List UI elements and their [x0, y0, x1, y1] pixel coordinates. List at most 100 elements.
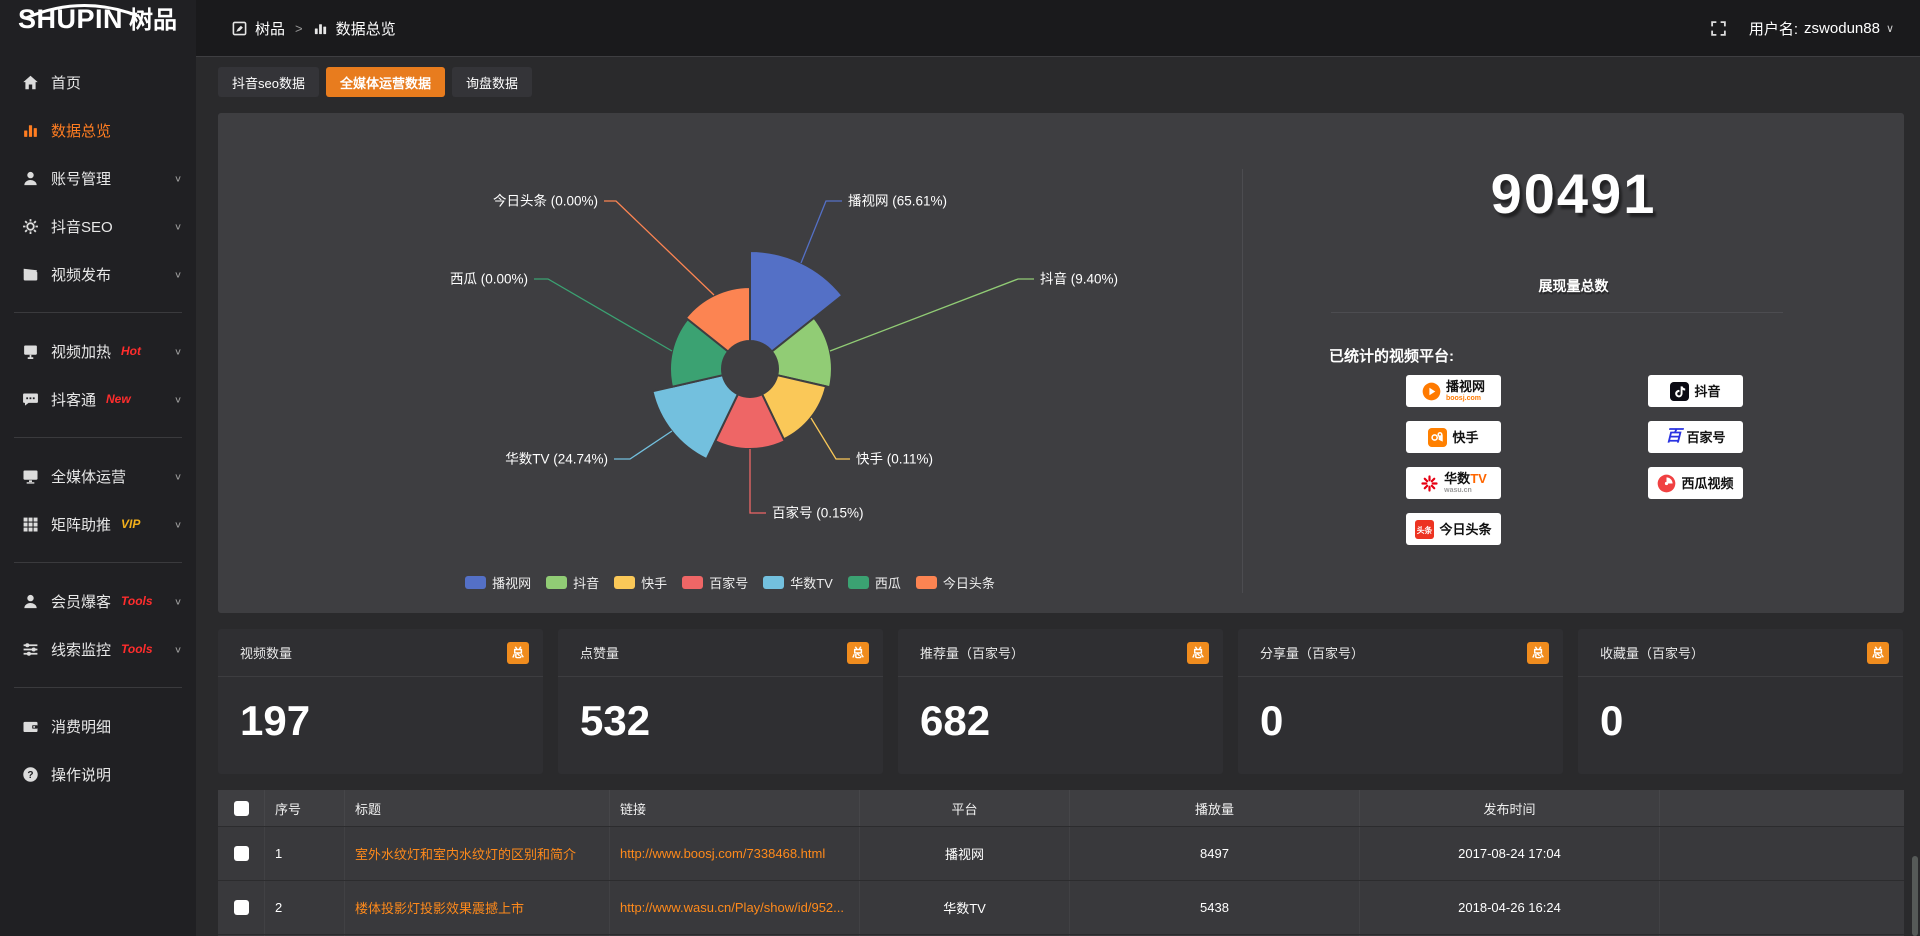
platform-badge-百家号: 百 百家号 — [1648, 421, 1743, 453]
sliders-icon — [22, 641, 39, 658]
legend-label: 今日头条 — [943, 573, 995, 592]
sidebar-item-label: 会员爆客 — [51, 591, 111, 612]
sidebar-divider — [14, 687, 182, 688]
user-menu[interactable]: 用户名: zswodun88 ∨ — [1749, 18, 1894, 39]
sidebar-item-2[interactable]: 账号管理∨ — [0, 154, 196, 202]
col-header-title: 标题 — [344, 790, 609, 826]
legend-item-抖音[interactable]: 抖音 — [546, 573, 599, 592]
topbar: 树品 > 数据总览 用户名: zswodun88 ∨ — [196, 0, 1920, 57]
wallet-icon — [22, 718, 39, 735]
baijiahao-logo: 百 — [1665, 429, 1681, 445]
sidebar-badge: New — [106, 392, 131, 406]
legend-label: 快手 — [641, 573, 667, 592]
sidebar-item-7[interactable]: 抖客通New∨ — [0, 375, 196, 423]
stat-card-1: 点赞量 总 532 — [558, 629, 883, 774]
pie-label-抖音: 抖音 (9.40%) — [1040, 271, 1118, 287]
legend-swatch — [546, 576, 567, 589]
gear-icon — [22, 218, 39, 235]
breadcrumb-current[interactable]: 数据总览 — [336, 18, 396, 39]
app-square-icon — [232, 21, 247, 36]
legend-label: 华数TV — [790, 573, 833, 592]
pie-label-line — [811, 418, 850, 459]
sidebar-item-label: 全媒体运营 — [51, 466, 126, 487]
sidebar-item-12[interactable]: 会员爆客Tools∨ — [0, 577, 196, 625]
table-row-0[interactable]: 1 室外水纹灯和室内水纹灯的区别和简介 http://www.boosj.com… — [218, 826, 1904, 880]
sidebar-item-label: 操作说明 — [51, 764, 111, 785]
legend-item-西瓜[interactable]: 西瓜 — [848, 573, 901, 592]
tab-2[interactable]: 询盘数据 — [452, 67, 532, 97]
chevron-down-icon: ∨ — [174, 346, 182, 356]
legend-item-快手[interactable]: 快手 — [614, 573, 667, 592]
sidebar-item-15[interactable]: 消费明细 — [0, 702, 196, 750]
total-badge: 总 — [1867, 642, 1889, 664]
stat-card-value: 0 — [1600, 697, 1623, 745]
sidebar-item-1[interactable]: 数据总览 — [0, 106, 196, 154]
cell-title-link[interactable]: 楼体投影灯投影效果震撼上市 — [344, 881, 609, 934]
sidebar-item-3[interactable]: 抖音SEO∨ — [0, 202, 196, 250]
scrollbar-thumb[interactable] — [1912, 856, 1918, 936]
breadcrumb-root[interactable]: 树品 — [255, 18, 285, 39]
sidebar-item-10[interactable]: 矩阵助推VIP∨ — [0, 500, 196, 548]
chevron-down-icon: ∨ — [174, 173, 182, 183]
sidebar-item-label: 视频发布 — [51, 264, 111, 285]
fullscreen-icon[interactable] — [1710, 20, 1727, 37]
chat-icon — [22, 391, 39, 408]
row-checkbox[interactable] — [234, 900, 249, 915]
summary-divider — [1331, 312, 1783, 313]
sidebar-item-9[interactable]: 全媒体运营∨ — [0, 452, 196, 500]
stat-card-title: 收藏量（百家号） — [1600, 643, 1704, 662]
platform-name: 快手 — [1452, 431, 1478, 444]
platforms-title: 已统计的视频平台: — [1329, 345, 1454, 366]
select-all-checkbox[interactable] — [234, 801, 249, 816]
stat-card-header: 收藏量（百家号） 总 — [1578, 629, 1903, 677]
stat-card-value: 682 — [920, 697, 990, 745]
platform-name: 华数 — [1444, 472, 1470, 485]
tab-0[interactable]: 抖音seo数据 — [218, 67, 319, 97]
pie-label-line — [604, 201, 714, 295]
home-icon — [22, 74, 39, 91]
pie-label-line — [614, 431, 672, 459]
legend-label: 播视网 — [492, 573, 531, 592]
sidebar-item-13[interactable]: 线索监控Tools∨ — [0, 625, 196, 673]
sidebar-item-6[interactable]: 视频加热Hot∨ — [0, 327, 196, 375]
monitor-icon — [22, 468, 39, 485]
platform-subtext: boosj.com — [1446, 395, 1481, 402]
legend-item-今日头条[interactable]: 今日头条 — [916, 573, 995, 592]
total-impressions-value: 90491 — [1243, 161, 1904, 226]
tab-1[interactable]: 全媒体运营数据 — [326, 67, 445, 97]
sidebar-item-16[interactable]: ?操作说明 — [0, 750, 196, 798]
platform-name: 西瓜视频 — [1681, 477, 1733, 490]
legend-item-播视网[interactable]: 播视网 — [465, 573, 531, 592]
cell-time: 2017-08-24 17:04 — [1359, 827, 1659, 880]
platform-badges: 播视网boosj.com 抖音 快手 百 百家号 华数TVwasu.cn 西瓜视… — [1406, 375, 1826, 545]
total-badge: 总 — [847, 642, 869, 664]
cell-time: 2018-04-26 16:24 — [1359, 881, 1659, 934]
stat-card-value: 532 — [580, 697, 650, 745]
sidebar-item-4[interactable]: 视频发布∨ — [0, 250, 196, 298]
cell-title-link[interactable]: 室外水纹灯和室内水纹灯的区别和简介 — [344, 827, 609, 880]
app-logo[interactable]: SHUPIN 树品 — [18, 6, 188, 50]
sidebar-item-label: 线索监控 — [51, 639, 111, 660]
sidebar: SHUPIN 树品 首页 数据总览 账号管理∨ 抖音SEO∨ 视频发布∨ 视频加… — [0, 0, 196, 936]
pie-slice-华数TV[interactable] — [653, 375, 738, 459]
cell-url-link[interactable]: http://www.wasu.cn/Play/show/id/952... — [609, 881, 859, 934]
stat-card-header: 视频数量 总 — [218, 629, 543, 677]
legend-item-百家号[interactable]: 百家号 — [682, 573, 748, 592]
videos-table: 序号 标题 链接 平台 播放量 发布时间 1 室外水纹灯和室内水纹灯的区别和简介… — [218, 790, 1904, 936]
total-badge: 总 — [1187, 642, 1209, 664]
dashboard-page: SHUPIN 树品 首页 数据总览 账号管理∨ 抖音SEO∨ 视频发布∨ 视频加… — [0, 0, 1920, 936]
row-checkbox[interactable] — [234, 846, 249, 861]
table-row-1[interactable]: 2 楼体投影灯投影效果震撼上市 http://www.wasu.cn/Play/… — [218, 880, 1904, 934]
kuaishou-logo — [1428, 428, 1447, 447]
legend-item-华数TV[interactable]: 华数TV — [763, 573, 833, 592]
cell-url-link[interactable]: http://www.boosj.com/7338468.html — [609, 827, 859, 880]
cell-no: 2 — [264, 881, 344, 934]
pie-label-line — [534, 279, 672, 351]
pie-label-line — [801, 201, 842, 263]
sidebar-item-0[interactable]: 首页 — [0, 58, 196, 106]
sidebar-nav: 首页 数据总览 账号管理∨ 抖音SEO∨ 视频发布∨ 视频加热Hot∨ 抖客通N… — [0, 58, 196, 798]
toutiao-logo: 头条 — [1415, 520, 1434, 539]
svg-text:头条: 头条 — [1417, 524, 1433, 534]
platform-name: 百家号 — [1687, 431, 1726, 444]
pie-label-今日头条: 今日头条 (0.00%) — [493, 193, 598, 209]
